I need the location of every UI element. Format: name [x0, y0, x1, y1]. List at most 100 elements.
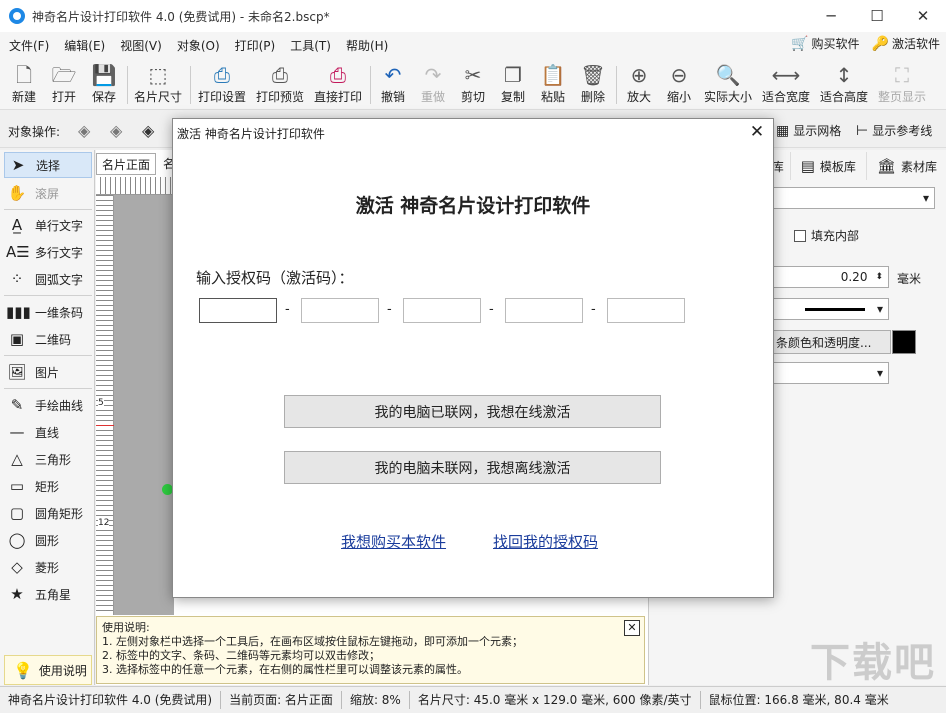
tab-template-library[interactable]: ▤ 模板库: [789, 152, 866, 180]
tool-single-line-text[interactable]: A̲ 单行文字: [4, 212, 92, 238]
triangle-icon: △: [11, 450, 23, 468]
fit-page-icon: ⛶: [895, 63, 909, 87]
qrcode-icon: ▣: [9, 330, 25, 348]
tool-freehand[interactable]: ✎ 手绘曲线: [4, 392, 92, 418]
license-code-input-2[interactable]: [301, 298, 379, 323]
menu-object[interactable]: 对象(O): [168, 37, 226, 54]
tool-select[interactable]: ➤ 选择: [4, 152, 92, 178]
tab-material-library[interactable]: 🏛 素材库: [865, 152, 946, 180]
show-guides-label: 显示参考线: [872, 124, 933, 138]
key-icon: 🔑: [871, 35, 889, 52]
zoom-out-button[interactable]: ⊖ 缩小: [664, 62, 694, 108]
new-button[interactable]: 🗋 新建: [8, 62, 40, 108]
license-code-input-5[interactable]: [607, 298, 685, 323]
maximize-button[interactable]: ☐: [854, 0, 900, 32]
tool-qrcode[interactable]: ▣ 二维码: [4, 326, 92, 352]
usage-help-panel: 使用说明: 1. 左侧对象栏中选择一个工具后，在画布区域按住鼠标左键拖动，即可添…: [96, 616, 645, 684]
license-code-input-4[interactable]: [505, 298, 583, 323]
offline-activate-button[interactable]: 我的电脑未联网，我想离线激活: [284, 451, 661, 484]
print-preview-button[interactable]: ⎙ 打印预览: [254, 62, 306, 108]
buy-software-button[interactable]: 🛒 购买软件: [791, 35, 859, 52]
menu-edit[interactable]: 编辑(E): [55, 37, 111, 54]
arc-text-icon: ⁘: [10, 270, 24, 288]
card-size-label: 名片尺寸: [133, 90, 182, 104]
save-icon: 💾: [91, 63, 117, 87]
tab-card-front[interactable]: 名片正面: [96, 153, 157, 175]
line-color-button[interactable]: 条颜色和透明度...: [771, 330, 891, 354]
menu-view[interactable]: 视图(V): [111, 37, 168, 54]
checkbox-box: [794, 229, 806, 242]
show-grid-toggle[interactable]: ▦ 显示网格: [776, 122, 841, 139]
recover-license-link[interactable]: 找回我的授权码: [493, 531, 598, 552]
fit-height-button[interactable]: ↕ 适合高度: [818, 62, 870, 108]
direct-print-label: 直接打印: [313, 90, 362, 104]
tool-divider: [4, 295, 92, 296]
chevron-down-icon: ▾: [876, 366, 883, 380]
menu-print[interactable]: 打印(P): [226, 37, 282, 54]
help-line: 2. 标签中的文字、条码、二维码等元素均可以双击修改；: [102, 649, 380, 662]
actual-size-button[interactable]: 🔍 实际大小: [702, 62, 754, 108]
tool-multi-line-text[interactable]: A☰ 多行文字: [4, 239, 92, 265]
actual-size-icon: 🔍: [715, 63, 741, 87]
redo-button[interactable]: ↷ 重做: [418, 62, 448, 108]
direct-print-button[interactable]: ⎙ 直接打印: [312, 62, 364, 108]
save-label: 保存: [91, 90, 116, 104]
menu-tools[interactable]: 工具(T): [281, 37, 337, 54]
tool-arc-text[interactable]: ⁘ 圆弧文字: [4, 266, 92, 292]
close-button[interactable]: ✕: [900, 0, 946, 32]
activate-software-button[interactable]: 🔑 激活软件: [872, 35, 940, 52]
license-code-input-3[interactable]: [403, 298, 481, 323]
license-code-input-1[interactable]: [199, 298, 277, 323]
tool-pan[interactable]: ✋ 滚屏: [4, 180, 92, 206]
tool-rounded-rectangle-label: 圆角矩形: [35, 506, 84, 521]
line-color-swatch[interactable]: [892, 330, 916, 354]
show-guides-toggle[interactable]: ⊢ 显示参考线: [856, 122, 932, 139]
menu-help[interactable]: 帮助(H): [337, 37, 394, 54]
paste-button[interactable]: 📋 粘贴: [538, 62, 568, 108]
fit-page-button[interactable]: ⛶ 整页显示: [876, 62, 928, 108]
activation-dialog: 激活 神奇名片设计打印软件 ✕ 激活 神奇名片设计打印软件 输入授权码（激活码）…: [172, 118, 774, 598]
tool-star[interactable]: ★ 五角星: [4, 581, 92, 607]
layer-up-icon[interactable]: ◈: [142, 121, 154, 140]
fill-inside-checkbox[interactable]: 填充内部: [794, 227, 859, 244]
copy-button[interactable]: ❐ 复制: [498, 62, 528, 108]
tool-line[interactable]: — 直线: [4, 419, 92, 445]
save-button[interactable]: 💾 保存: [88, 62, 120, 108]
tool-diamond[interactable]: ◇ 菱形: [4, 554, 92, 580]
tool-divider: [4, 388, 92, 389]
code-separator: -: [285, 302, 290, 317]
line-width-spinner[interactable]: 0.20 ⬍: [773, 266, 889, 288]
fit-width-button[interactable]: ⟷ 适合宽度: [760, 62, 812, 108]
layer-bottom-icon[interactable]: ◈: [78, 121, 90, 140]
line-style-dropdown[interactable]: ▾: [773, 298, 889, 320]
buy-software-link[interactable]: 我想购买本软件: [341, 531, 446, 552]
secondary-dropdown[interactable]: ▾: [773, 362, 889, 384]
online-activate-button[interactable]: 我的电脑已联网，我想在线激活: [284, 395, 661, 428]
menu-file[interactable]: 文件(F): [0, 37, 55, 54]
print-settings-button[interactable]: ⎙ 打印设置: [196, 62, 248, 108]
tool-circle[interactable]: ◯ 圆形: [4, 527, 92, 553]
actual-size-label: 实际大小: [703, 90, 752, 104]
open-button[interactable]: 🗁 打开: [48, 62, 80, 108]
zoom-in-button[interactable]: ⊕ 放大: [624, 62, 654, 108]
tool-rounded-rectangle[interactable]: ▢ 圆角矩形: [4, 500, 92, 526]
tool-triangle[interactable]: △ 三角形: [4, 446, 92, 472]
property-dropdown[interactable]: ▾: [773, 187, 935, 209]
cut-button[interactable]: ✂ 剪切: [458, 62, 488, 108]
open-label: 打开: [51, 90, 76, 104]
rounded-rectangle-icon: ▢: [9, 504, 25, 522]
dialog-close-button[interactable]: ✕: [747, 122, 767, 142]
card-size-button[interactable]: ⬚ 名片尺寸: [132, 62, 184, 108]
hand-icon: ✋: [7, 184, 27, 202]
tool-barcode[interactable]: ▮▮▮ 一维条码: [4, 299, 92, 325]
minimize-button[interactable]: ─: [808, 0, 854, 32]
usage-help-button[interactable]: 💡 使用说明: [4, 655, 92, 685]
tool-image[interactable]: 🖼 图片: [4, 359, 92, 385]
layer-down-icon[interactable]: ◈: [110, 121, 122, 140]
delete-button[interactable]: 🗑 删除: [578, 62, 608, 108]
undo-button[interactable]: ↶ 撤销: [378, 62, 408, 108]
tool-diamond-label: 菱形: [35, 560, 60, 575]
tool-rectangle[interactable]: ▭ 矩形: [4, 473, 92, 499]
help-close-button[interactable]: ✕: [624, 620, 640, 636]
building-icon: 🏛: [876, 157, 896, 175]
